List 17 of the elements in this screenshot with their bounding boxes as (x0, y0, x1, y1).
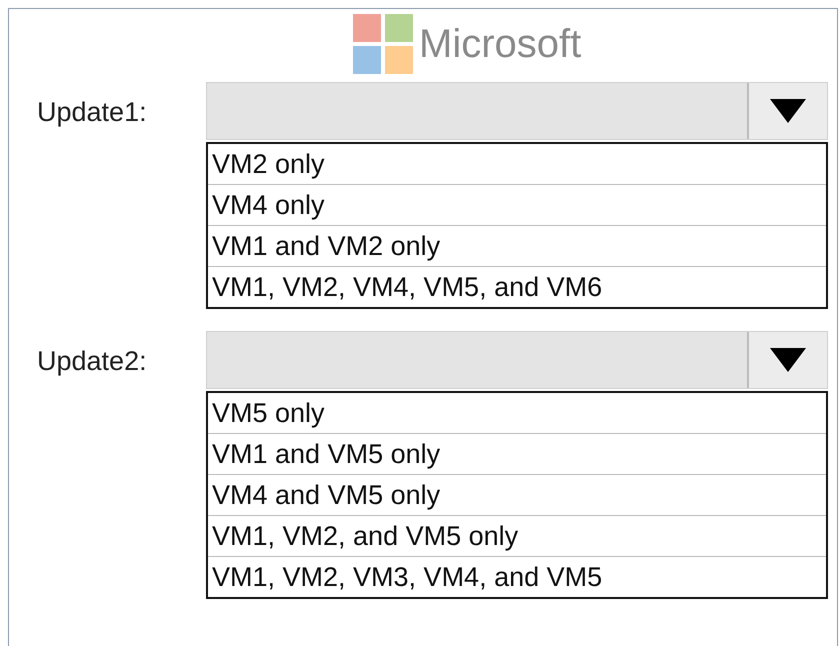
dropdown-option[interactable]: VM4 only (208, 185, 826, 226)
dropdown-option[interactable]: VM1, VM2, VM3, VM4, and VM5 (208, 557, 826, 597)
dropdown-option[interactable]: VM1, VM2, VM4, VM5, and VM6 (208, 267, 826, 307)
dropdown-field[interactable] (206, 82, 828, 140)
caret-icon (770, 99, 806, 123)
dropdown-option[interactable]: VM5 only (208, 393, 826, 434)
dropdown-option[interactable]: VM4 and VM5 only (208, 475, 826, 516)
dropdown-field[interactable] (206, 331, 828, 389)
logo-icon (353, 14, 413, 74)
dropdown-option[interactable]: VM1 and VM2 only (208, 226, 826, 267)
dropdown-option[interactable]: VM2 only (208, 144, 826, 185)
dropdown-option[interactable]: VM1 and VM5 only (208, 434, 826, 475)
logo-text: Microsoft (419, 21, 582, 68)
field-label: Update1: (36, 96, 148, 129)
dropdown-option[interactable]: VM1, VM2, and VM5 only (208, 516, 826, 557)
field-label: Update2: (36, 345, 148, 378)
caret-icon (770, 348, 806, 372)
